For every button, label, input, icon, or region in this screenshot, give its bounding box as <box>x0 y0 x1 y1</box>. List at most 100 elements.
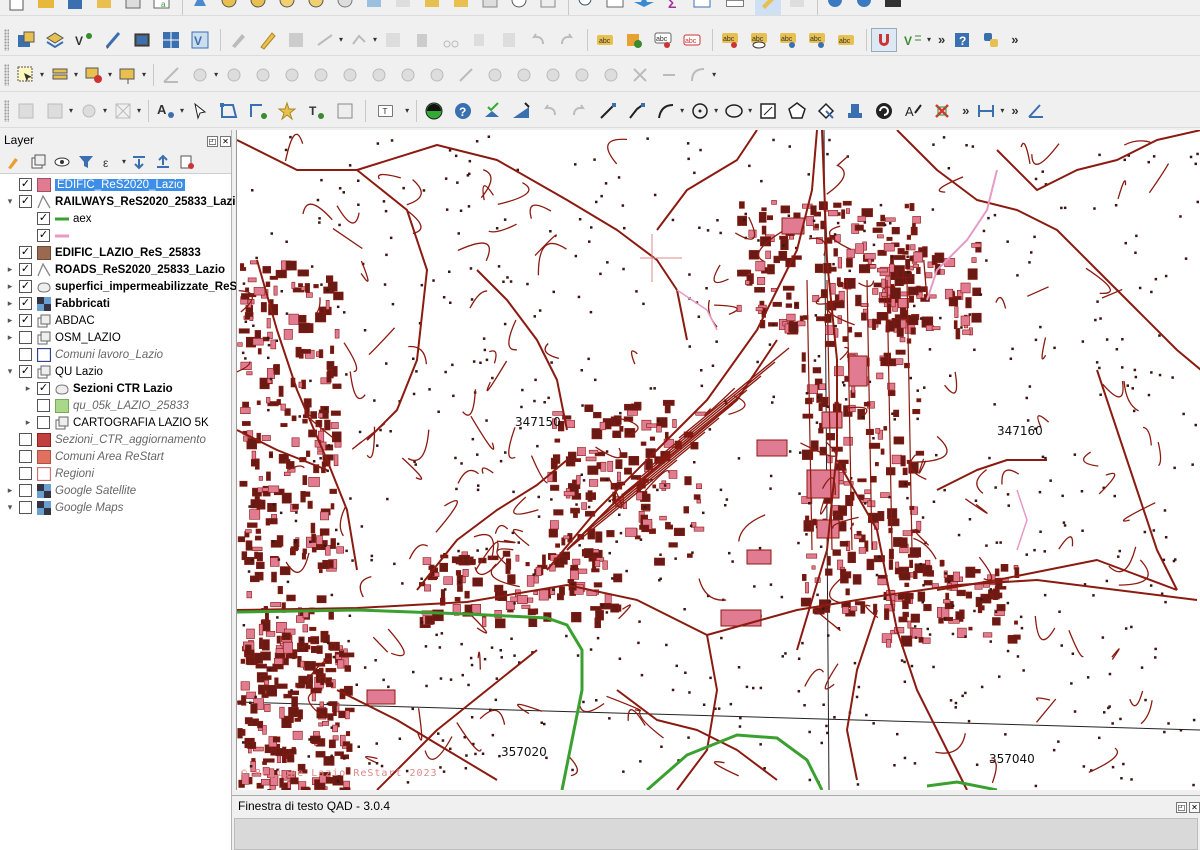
dropdown-arrow-icon[interactable]: ▾ <box>712 70 716 79</box>
expand-arrow-icon[interactable]: ▸ <box>4 332 16 343</box>
qad-globe-icon[interactable] <box>421 99 447 123</box>
layer-visibility-checkbox[interactable] <box>19 433 32 446</box>
layer-row[interactable]: ▸ ✓ ROADS_ReS2020_25833_Lazio <box>0 261 231 278</box>
paste-features-icon[interactable] <box>496 28 522 52</box>
delete-part-icon[interactable] <box>366 63 392 87</box>
layer-row[interactable]: ▸ ✓ ABDAC <box>0 312 231 329</box>
dropdown-arrow-icon[interactable]: ▾ <box>714 106 718 115</box>
rotate-point-symbols-icon[interactable] <box>569 63 595 87</box>
style-manager-icon[interactable] <box>4 153 24 171</box>
expression-filter-icon[interactable]: ε <box>100 153 120 171</box>
modify-attributes-icon[interactable] <box>380 28 406 52</box>
label-unpin-icon[interactable]: abc <box>679 28 705 52</box>
zoom-rubberband-icon[interactable] <box>274 0 300 15</box>
identify-features-icon[interactable] <box>573 0 599 15</box>
trim-extend-icon[interactable] <box>627 63 653 87</box>
layer-name[interactable]: Sezioni_CTR_aggiornamento <box>55 434 206 446</box>
field-calculator-icon[interactable] <box>631 0 657 15</box>
filter-legend-icon[interactable] <box>76 153 96 171</box>
toolbar-overflow-icon[interactable]: » <box>962 103 969 118</box>
add-vector-layer-icon[interactable]: V <box>71 28 97 52</box>
layer-row[interactable]: ✓ EDIFIC_LAZIO_ReS_25833 <box>0 244 231 261</box>
layer-visibility-checkbox[interactable]: ✓ <box>37 382 50 395</box>
dropdown-arrow-icon[interactable]: ▾ <box>142 70 146 79</box>
layer-name[interactable]: Fabbricati <box>55 298 110 310</box>
dropdown-arrow-icon[interactable]: ▾ <box>1000 106 1004 115</box>
zoom-native-icon[interactable] <box>390 0 416 15</box>
dimension-angle-icon[interactable] <box>1023 99 1049 123</box>
open-project-icon[interactable] <box>33 0 59 15</box>
dropdown-arrow-icon[interactable]: ▾ <box>122 157 126 166</box>
collapse-arrow-icon[interactable]: ▾ <box>4 196 16 207</box>
layer-name[interactable]: aex <box>73 213 92 225</box>
dropdown-arrow-icon[interactable]: ▾ <box>405 106 409 115</box>
layer-row[interactable]: Regioni <box>0 465 231 482</box>
dropdown-arrow-icon[interactable]: ▾ <box>339 35 343 44</box>
dropdown-arrow-icon[interactable]: ▾ <box>180 106 184 115</box>
collapse-all-icon[interactable] <box>153 153 173 171</box>
edit-toggle-icon[interactable] <box>225 28 251 52</box>
dropdown-arrow-icon[interactable]: ▾ <box>748 106 752 115</box>
dimension-tool-icon[interactable] <box>332 99 358 123</box>
layer-visibility-checkbox[interactable]: ✓ <box>19 263 32 276</box>
plugin-icon-b[interactable] <box>851 0 877 15</box>
add-wms-icon[interactable]: V <box>187 28 213 52</box>
toolbar-grip[interactable] <box>4 99 9 122</box>
delete-ring-icon[interactable] <box>337 63 363 87</box>
copy-features-icon[interactable] <box>467 28 493 52</box>
layer-visibility-checkbox[interactable]: ✓ <box>19 297 32 310</box>
dropdown-arrow-icon[interactable]: ▾ <box>40 70 44 79</box>
new-project-icon[interactable] <box>4 0 30 15</box>
merge-features-icon[interactable] <box>511 63 537 87</box>
cad-erase-icon[interactable] <box>110 99 136 123</box>
erase-tool-icon[interactable] <box>929 99 955 123</box>
layer-name[interactable]: superfici_impermeabilizzate_ReS <box>55 281 237 293</box>
ellipse-tool-icon[interactable] <box>721 99 747 123</box>
close-panel-icon[interactable]: ✕ <box>220 136 231 147</box>
circle-tool-icon[interactable] <box>687 99 713 123</box>
reverse-line-icon[interactable] <box>656 63 682 87</box>
digitize-tool-icon[interactable] <box>755 0 781 15</box>
split-parts-icon[interactable] <box>482 63 508 87</box>
refresh-icon[interactable] <box>535 0 561 15</box>
check-geometry-icon[interactable] <box>479 99 505 123</box>
rectangle-tool-icon[interactable] <box>755 99 781 123</box>
remove-layer-icon[interactable] <box>177 153 197 171</box>
layer-visibility-checkbox[interactable]: ✓ <box>37 212 50 225</box>
redo-icon[interactable] <box>554 28 580 52</box>
dropdown-arrow-icon[interactable]: ▾ <box>103 106 107 115</box>
help-icon[interactable]: ? <box>949 28 975 52</box>
layer-visibility-checkbox[interactable]: ✓ <box>19 365 32 378</box>
deselect-features-icon[interactable] <box>81 63 107 87</box>
cut-features-icon[interactable] <box>438 28 464 52</box>
layer-visibility-checkbox[interactable] <box>19 467 32 480</box>
cad-table-icon[interactable] <box>42 99 68 123</box>
curve-tool-icon[interactable] <box>685 63 711 87</box>
draw-wedge-icon[interactable] <box>508 99 534 123</box>
dropdown-arrow-icon[interactable]: ▾ <box>680 106 684 115</box>
layer-visibility-checkbox[interactable] <box>19 501 32 514</box>
layer-name[interactable]: Comuni Area ReStart <box>55 451 164 463</box>
text-tool-icon[interactable]: T <box>303 99 329 123</box>
reshape-feature-icon[interactable] <box>395 63 421 87</box>
split-features-icon[interactable] <box>453 63 479 87</box>
python-console-icon[interactable] <box>978 28 1004 52</box>
layer-visibility-checkbox[interactable]: ✓ <box>19 280 32 293</box>
layer-row[interactable]: ▸ ✓ Fabbricati <box>0 295 231 312</box>
add-spatialite-icon[interactable] <box>129 28 155 52</box>
collapse-arrow-icon[interactable]: ▾ <box>4 502 16 513</box>
layer-row[interactable]: ▾ ✓ QU Lazio <box>0 363 231 380</box>
add-raster-icon[interactable] <box>158 28 184 52</box>
redo-cad-icon[interactable] <box>566 99 592 123</box>
expand-arrow-icon[interactable]: ▸ <box>4 264 16 275</box>
vertex-add-icon[interactable] <box>245 99 271 123</box>
zoom-full-icon[interactable] <box>303 0 329 15</box>
layer-visibility-checkbox[interactable] <box>19 450 32 463</box>
cad-draw-icon[interactable] <box>13 99 39 123</box>
zoom-out-icon[interactable] <box>245 0 271 15</box>
stamp-tool-icon[interactable] <box>842 99 868 123</box>
style-manager-icon[interactable]: a <box>149 0 175 15</box>
snapping-magnet-icon[interactable] <box>871 27 898 52</box>
delete-selected-icon[interactable] <box>409 28 435 52</box>
layer-row[interactable]: ✓ <box>0 227 231 244</box>
